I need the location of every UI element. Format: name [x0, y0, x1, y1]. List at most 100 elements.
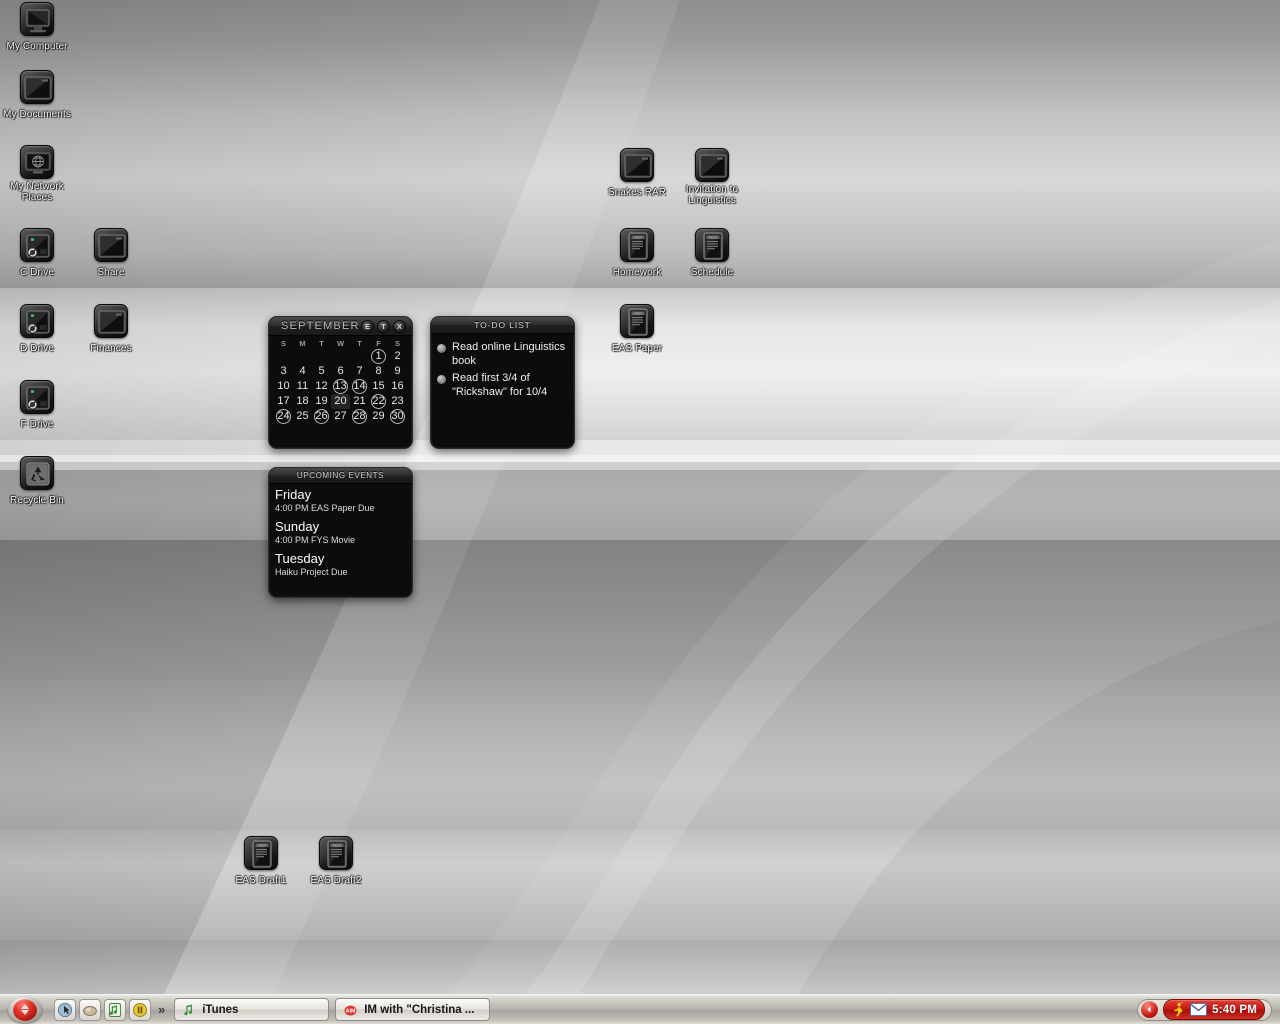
- desktop-icon-my-network-places[interactable]: My Network Places: [0, 145, 74, 205]
- itunes-icon[interactable]: [104, 998, 126, 1021]
- desktop-icon-f-drive[interactable]: F Drive: [0, 380, 74, 432]
- desktop-icon-finances[interactable]: Finances: [74, 304, 148, 356]
- todo-item[interactable]: Read online Linguistics book: [437, 341, 568, 368]
- taskbar[interactable]: » iTunes AIM IM with "Christina ... 5:40…: [0, 994, 1280, 1024]
- aim-running-man-icon[interactable]: [1171, 1002, 1185, 1017]
- calendar-day-17[interactable]: 17: [274, 394, 293, 409]
- event-entry[interactable]: Sunday 4:00 PM FYS Movie: [275, 520, 406, 546]
- tray-expand-icon[interactable]: [1141, 1001, 1159, 1018]
- calendar-day-2[interactable]: 2: [388, 349, 407, 364]
- calendar-day-number: 19: [315, 395, 328, 407]
- drive-icon: [20, 228, 54, 262]
- calendar-day-number: 18: [296, 395, 309, 407]
- todo-item-list[interactable]: Read online Linguistics book Read first 3…: [431, 334, 574, 399]
- calendar-week-row: 3456789: [274, 364, 407, 379]
- calendar-weekday: F: [376, 339, 381, 348]
- event-entry[interactable]: Friday 4:00 PM EAS Paper Due: [275, 488, 406, 514]
- calendar-day-15[interactable]: 15: [369, 379, 388, 394]
- calendar-day-5[interactable]: 5: [312, 364, 331, 379]
- calendar-day-20[interactable]: 20: [331, 394, 350, 409]
- internet-browser-icon[interactable]: [79, 998, 101, 1021]
- desktop-icon-eas-draft2[interactable]: TEXT EAS Draft2: [299, 836, 373, 888]
- todo-item[interactable]: Read first 3/4 of "Rickshaw" for 10/4: [437, 372, 568, 399]
- tray-icons-area[interactable]: 5:40 PM: [1163, 999, 1265, 1020]
- calendar-day-8[interactable]: 8: [369, 364, 388, 379]
- calendar-day-24[interactable]: 24: [274, 409, 293, 424]
- calendar-day-7[interactable]: 7: [350, 364, 369, 379]
- calendar-day-12[interactable]: 12: [312, 379, 331, 394]
- quick-launch-bar[interactable]: [50, 998, 151, 1021]
- calendar-day-27[interactable]: 27: [331, 409, 350, 424]
- calendar-close-button[interactable]: X: [393, 320, 406, 333]
- task-button-list[interactable]: iTunes AIM IM with "Christina ...: [172, 998, 1137, 1021]
- calendar-day-21[interactable]: 21: [350, 394, 369, 409]
- calendar-day-4[interactable]: 4: [293, 364, 312, 379]
- calendar-day-10[interactable]: 10: [274, 379, 293, 394]
- desktop-icon-homework[interactable]: TEXT Homework: [600, 228, 674, 280]
- calendar-day-empty: [293, 349, 312, 364]
- taskbar-task-label: IM with "Christina ...: [364, 1003, 475, 1016]
- mail-envelope-icon[interactable]: [1190, 1003, 1208, 1016]
- calendar-day-28[interactable]: 28: [350, 409, 369, 424]
- desktop-icon-my-computer[interactable]: My Computer: [0, 2, 74, 54]
- calendar-today-button[interactable]: T: [377, 320, 390, 333]
- calendar-week-row: 10 11 12 13 14 15 16: [274, 379, 407, 394]
- taskbar-clock[interactable]: 5:40 PM: [1212, 1004, 1257, 1016]
- system-tray[interactable]: 5:40 PM: [1137, 995, 1280, 1024]
- calendar-day-16[interactable]: 16: [388, 379, 407, 394]
- events-titlebar[interactable]: UPCOMING EVENTS: [269, 468, 412, 484]
- calendar-day-25[interactable]: 25: [293, 409, 312, 424]
- calendar-day-3[interactable]: 3: [274, 364, 293, 379]
- desktop-icon-invitation-to-linguistics[interactable]: Invitation to Linguistics: [675, 148, 749, 208]
- desktop-icon-recycle-bin[interactable]: Recycle Bin: [0, 456, 74, 508]
- taskbar-task-button[interactable]: AIM IM with "Christina ...: [335, 998, 491, 1021]
- calendar-button-group[interactable]: ETX: [361, 320, 406, 333]
- events-list[interactable]: Friday 4:00 PM EAS Paper Due Sunday 4:00 PM…: [269, 484, 412, 578]
- media-pause-icon[interactable]: [129, 998, 151, 1021]
- start-button[interactable]: [0, 995, 50, 1024]
- calendar-day-26[interactable]: 26: [312, 409, 331, 424]
- calendar-day-23[interactable]: 23: [388, 394, 407, 409]
- todo-titlebar[interactable]: TO-DO LIST: [431, 317, 574, 334]
- calendar-days[interactable]: 1 2 3 4 5 6 7 8 9 10 11 12 13 14 15 16 17 18 19 20 21 22 23 24 2…: [274, 349, 407, 424]
- calendar-day-9[interactable]: 9: [388, 364, 407, 379]
- calendar-day-29[interactable]: 29: [369, 409, 388, 424]
- calendar-day-22[interactable]: 22: [369, 394, 388, 409]
- desktop-icon-eas-draft1[interactable]: TEXT EAS Draft1: [224, 836, 298, 888]
- events-title-label: UPCOMING EVENTS: [296, 471, 385, 480]
- show-desktop-icon[interactable]: [54, 998, 76, 1021]
- calendar-weekday: T: [357, 339, 362, 348]
- calendar-day-number: 2: [394, 350, 401, 362]
- calendar-day-1[interactable]: 1: [369, 349, 388, 364]
- calendar-day-19[interactable]: 19: [312, 394, 331, 409]
- calendar-day-30[interactable]: 30: [388, 409, 407, 424]
- desktop-icon-schedule[interactable]: TEXT Schedule: [675, 228, 749, 280]
- desktop-icon-c-drive[interactable]: C Drive: [0, 228, 74, 280]
- arrow-up-icon: [21, 1004, 29, 1009]
- calendar-day-6[interactable]: 6: [331, 364, 350, 379]
- calendar-day-14[interactable]: 14: [350, 379, 369, 394]
- calendar-week-row: 24 25 26 27 28 29 30: [274, 409, 407, 424]
- desktop-icon-area[interactable]: My Computer My Documents My Network Plac…: [0, 0, 1280, 1024]
- calendar-edit-button[interactable]: E: [361, 320, 374, 333]
- calendar-day-13[interactable]: 13: [331, 379, 350, 394]
- desktop-icon-my-documents[interactable]: My Documents: [0, 70, 74, 122]
- tray-capsule[interactable]: 5:40 PM: [1137, 998, 1272, 1021]
- taskbar-task-button[interactable]: iTunes: [174, 998, 330, 1021]
- todo-widget[interactable]: TO-DO LIST Read online Linguistics book R…: [430, 316, 575, 449]
- desktop-icon-d-drive[interactable]: D Drive: [0, 304, 74, 356]
- calendar-widget[interactable]: SEPTEMBER ETX SMTWTFS 1 2 3 4 5 6 7 8 9 10 11 12 13 1…: [268, 316, 413, 449]
- upcoming-events-widget[interactable]: UPCOMING EVENTS Friday 4:00 PM EAS Paper …: [268, 467, 413, 598]
- quick-launch-overflow-chevron-icon[interactable]: »: [151, 1002, 172, 1017]
- event-entry[interactable]: Tuesday Haiku Project Due: [275, 552, 406, 578]
- folder-icon: [94, 228, 128, 262]
- desktop-icon-eas-paper[interactable]: TEXT EAS Paper: [600, 304, 674, 356]
- desktop-icon-share[interactable]: Share: [74, 228, 148, 280]
- calendar-day-18[interactable]: 18: [293, 394, 312, 409]
- calendar-day-number: 11: [296, 380, 309, 392]
- calendar-day-11[interactable]: 11: [293, 379, 312, 394]
- aim-icon: AIM: [343, 1002, 358, 1017]
- event-day-label: Tuesday: [275, 551, 325, 566]
- calendar-titlebar[interactable]: SEPTEMBER ETX: [269, 317, 412, 336]
- desktop-icon-snakes-rar[interactable]: Snakes RAR: [600, 148, 674, 200]
